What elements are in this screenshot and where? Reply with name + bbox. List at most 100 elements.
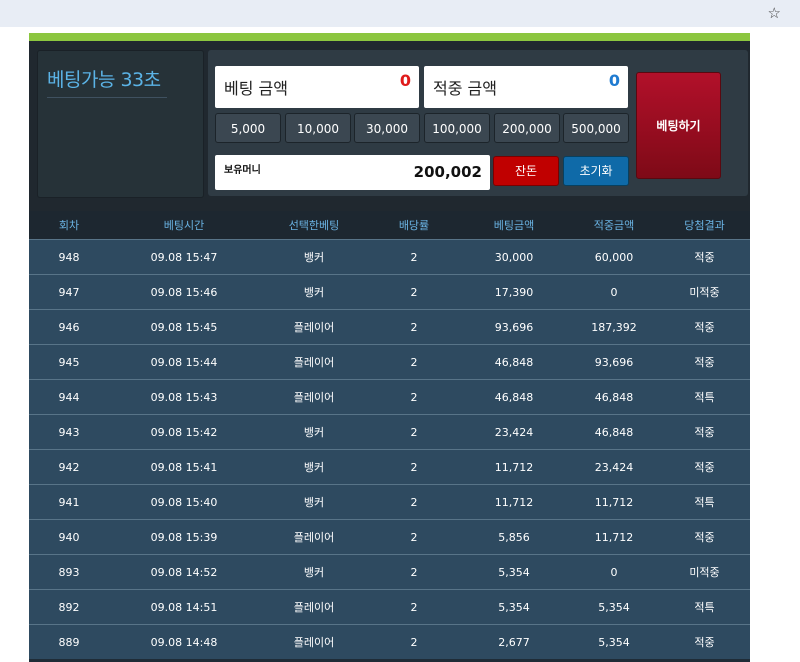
round-cell: 947: [29, 274, 109, 310]
win-amount-cell: 0: [569, 274, 659, 310]
reset-button[interactable]: 초기화: [563, 156, 629, 186]
selection-cell: 뱅커: [259, 239, 369, 275]
result-cell: 미적중: [659, 554, 750, 590]
remain-button[interactable]: 잔돈: [493, 156, 559, 186]
result-cell: 적중: [659, 449, 750, 485]
bet-time-cell: 09.08 15:44: [109, 344, 259, 380]
place-bet-button[interactable]: 베팅하기: [636, 72, 721, 179]
selection-cell: 뱅커: [259, 484, 369, 520]
table-header: 회차 베팅시간 선택한베팅 배당률 베팅금액 적중금액 당첨결과: [29, 211, 750, 240]
chip-500000-button[interactable]: 500,000: [563, 113, 629, 143]
bet-amount-cell: 11,712: [459, 484, 569, 520]
balance-label: 보유머니: [224, 165, 261, 176]
selection-cell: 뱅커: [259, 449, 369, 485]
round-cell: 893: [29, 554, 109, 590]
selection-cell: 플레이어: [259, 309, 369, 345]
bet-amount-value: 0: [399, 71, 411, 90]
win-amount-cell: 11,712: [569, 519, 659, 555]
header-result: 당첨결과: [659, 211, 750, 240]
bet-time-cell: 09.08 15:45: [109, 309, 259, 345]
chip-100000-button[interactable]: 100,000: [424, 113, 490, 143]
browser-toolbar: ☆: [0, 0, 800, 27]
odds-cell: 2: [369, 484, 459, 520]
bet-amount-cell: 46,848: [459, 379, 569, 415]
bet-time-cell: 09.08 15:47: [109, 239, 259, 275]
bet-time-cell: 09.08 14:48: [109, 624, 259, 659]
round-cell: 943: [29, 414, 109, 450]
table-row: 948 09.08 15:47 뱅커 2 30,000 60,000 적중: [29, 239, 750, 275]
accent-bar: [29, 33, 750, 41]
table-row: 941 09.08 15:40 뱅커 2 11,712 11,712 적특: [29, 484, 750, 520]
odds-cell: 2: [369, 449, 459, 485]
win-amount-cell: 5,354: [569, 624, 659, 659]
bet-time-cell: 09.08 14:51: [109, 589, 259, 625]
win-amount-cell: 60,000: [569, 239, 659, 275]
table-row: 940 09.08 15:39 플레이어 2 5,856 11,712 적중: [29, 519, 750, 555]
win-amount-cell: 5,354: [569, 589, 659, 625]
odds-cell: 2: [369, 414, 459, 450]
selection-cell: 플레이어: [259, 379, 369, 415]
bet-control-panel: 베팅가능 33초 베팅 금액 0 적중 금액 0 5,000 10,000 30…: [29, 41, 750, 211]
star-icon[interactable]: ☆: [768, 3, 781, 23]
chip-10000-button[interactable]: 10,000: [285, 113, 351, 143]
result-cell: 적중: [659, 414, 750, 450]
result-cell: 적중: [659, 624, 750, 659]
table-row: 943 09.08 15:42 뱅커 2 23,424 46,848 적중: [29, 414, 750, 450]
result-cell: 적중: [659, 309, 750, 345]
table-row: 892 09.08 14:51 플레이어 2 5,354 5,354 적특: [29, 589, 750, 625]
result-cell: 적중: [659, 239, 750, 275]
odds-cell: 2: [369, 624, 459, 659]
selection-cell: 뱅커: [259, 414, 369, 450]
table-row: 947 09.08 15:46 뱅커 2 17,390 0 미적중: [29, 274, 750, 310]
win-amount-cell: 0: [569, 554, 659, 590]
selection-cell: 뱅커: [259, 274, 369, 310]
selection-cell: 플레이어: [259, 344, 369, 380]
chip-200000-button[interactable]: 200,000: [494, 113, 560, 143]
bet-input-panel: 베팅 금액 0 적중 금액 0 5,000 10,000 30,000 100,…: [208, 50, 748, 196]
bet-amount-cell: 93,696: [459, 309, 569, 345]
bet-amount-label: 베팅 금액: [224, 79, 288, 98]
result-cell: 적중: [659, 519, 750, 555]
chip-5000-button[interactable]: 5,000: [215, 113, 281, 143]
win-amount-cell: 46,848: [569, 414, 659, 450]
header-bet-time: 베팅시간: [109, 211, 259, 240]
bet-amount-cell: 46,848: [459, 344, 569, 380]
bet-amount-cell: 23,424: [459, 414, 569, 450]
round-cell: 940: [29, 519, 109, 555]
bet-amount-cell: 5,354: [459, 554, 569, 590]
selection-cell: 플레이어: [259, 624, 369, 659]
bet-amount-cell: 5,354: [459, 589, 569, 625]
bet-time-cell: 09.08 15:39: [109, 519, 259, 555]
header-round: 회차: [29, 211, 109, 240]
bet-time-cell: 09.08 15:40: [109, 484, 259, 520]
win-amount-cell: 11,712: [569, 484, 659, 520]
table-body: 948 09.08 15:47 뱅커 2 30,000 60,000 적중 947 09.08 …: [29, 239, 750, 659]
odds-cell: 2: [369, 274, 459, 310]
table-row: 889 09.08 14:48 플레이어 2 2,677 5,354 적중: [29, 624, 750, 659]
bet-history-table: 회차 베팅시간 선택한베팅 배당률 베팅금액 적중금액 당첨결과 948 09.0…: [29, 211, 750, 659]
odds-cell: 2: [369, 239, 459, 275]
round-cell: 942: [29, 449, 109, 485]
bet-time-cell: 09.08 15:42: [109, 414, 259, 450]
round-cell: 944: [29, 379, 109, 415]
odds-cell: 2: [369, 519, 459, 555]
win-amount-cell: 93,696: [569, 344, 659, 380]
header-row: 회차 베팅시간 선택한베팅 배당률 베팅금액 적중금액 당첨결과: [29, 211, 750, 240]
chip-30000-button[interactable]: 30,000: [354, 113, 420, 143]
result-cell: 미적중: [659, 274, 750, 310]
header-odds: 배당률: [369, 211, 459, 240]
bet-amount-cell: 2,677: [459, 624, 569, 659]
odds-cell: 2: [369, 379, 459, 415]
result-cell: 적중: [659, 344, 750, 380]
win-amount-cell: 23,424: [569, 449, 659, 485]
bet-amount-cell: 17,390: [459, 274, 569, 310]
bet-time-cell: 09.08 15:41: [109, 449, 259, 485]
bet-amount-cell: 11,712: [459, 449, 569, 485]
bet-time-cell: 09.08 15:43: [109, 379, 259, 415]
timer-box: 베팅가능 33초: [37, 50, 204, 198]
table-row: 945 09.08 15:44 플레이어 2 46,848 93,696 적중: [29, 344, 750, 380]
result-cell: 적특: [659, 379, 750, 415]
round-cell: 892: [29, 589, 109, 625]
bet-amount-field: 베팅 금액 0: [215, 66, 419, 108]
table-row: 942 09.08 15:41 뱅커 2 11,712 23,424 적중: [29, 449, 750, 485]
